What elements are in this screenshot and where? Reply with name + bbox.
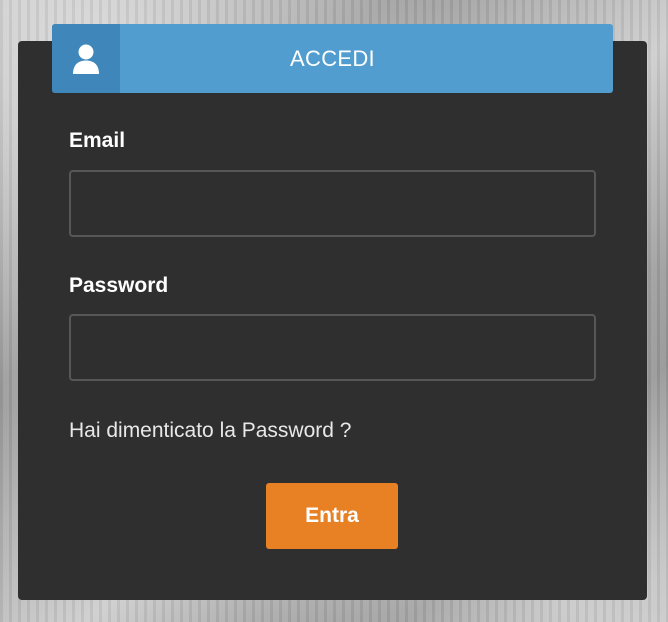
login-header: ACCEDI — [52, 24, 613, 93]
password-field[interactable] — [69, 314, 596, 381]
forgot-password-link[interactable]: Hai dimenticato la Password ? — [69, 419, 351, 443]
email-field[interactable] — [69, 170, 596, 237]
login-submit-button[interactable]: Entra — [266, 483, 398, 549]
user-icon — [73, 44, 99, 74]
header-icon-box — [52, 24, 120, 93]
login-title: ACCEDI — [290, 45, 375, 71]
password-label: Password — [69, 274, 169, 297]
email-label: Email — [69, 129, 126, 152]
